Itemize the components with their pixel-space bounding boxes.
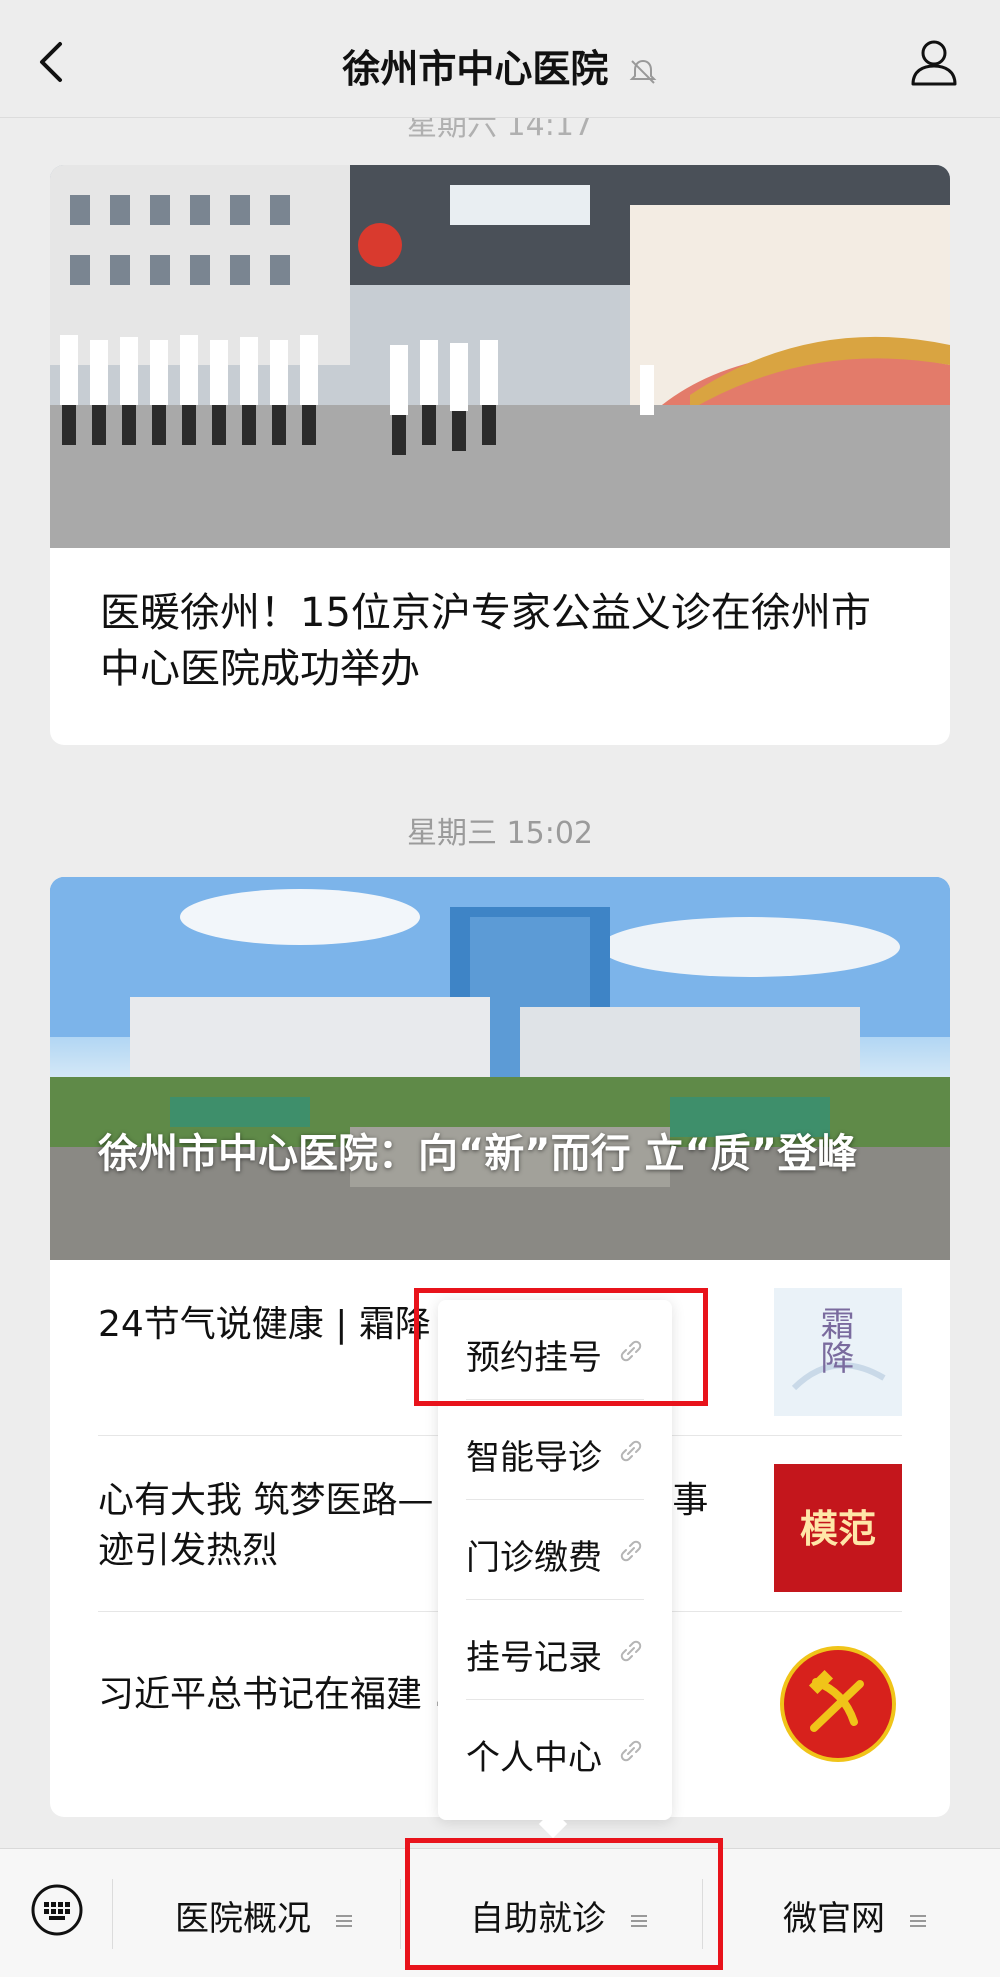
menu-item-registration-records[interactable]: 挂号记录 (466, 1600, 644, 1700)
hamburger-icon (335, 1914, 352, 1927)
page-title: 徐州市中心医院 (342, 47, 609, 91)
thumb-frost-image: 霜降 (774, 1288, 902, 1416)
timestamp-mid: 星期三 15:02 (407, 816, 593, 851)
hamburger-icon (909, 1914, 926, 1927)
bottom-menu-official-site[interactable]: 微官网 (783, 1891, 926, 1940)
menu-item-label: 个人中心 (466, 1738, 602, 1778)
thumb-model-text: 模范 (800, 1506, 876, 1551)
link-icon (620, 1540, 642, 1562)
bottom-menu-hospital-overview[interactable]: 医院概况 (175, 1891, 352, 1940)
menu-item-label: 挂号记录 (466, 1638, 602, 1678)
menu-item-outpatient-payment[interactable]: 门诊缴费 (466, 1500, 644, 1600)
menu-item-personal-center[interactable]: 个人中心 (466, 1700, 644, 1800)
person-icon[interactable] (908, 36, 960, 88)
article-1-title[interactable]: 医暖徐州！15位京沪专家公益义诊在徐州市中心医院成功举办 (100, 585, 910, 697)
header-title-wrap: 徐州市中心医院 (0, 38, 1000, 93)
bell-off-icon (629, 59, 657, 84)
divider (112, 1879, 113, 1949)
thumb-model-image: 模范 (774, 1464, 902, 1592)
bottom-menu-label: 微官网 (783, 1899, 885, 1939)
chat-header: 徐州市中心医院 (0, 0, 1000, 118)
keyboard-icon[interactable] (30, 1883, 84, 1937)
link-icon (620, 1740, 642, 1762)
link-icon (620, 1440, 642, 1462)
highlight-box-appointment (414, 1288, 708, 1406)
article-2-cover-title: 徐州市中心医院：向“新”而行 立“质”登峰 (98, 1131, 858, 1177)
article-2-cover-photo[interactable]: 徐州市中心医院：向“新”而行 立“质”登峰 (50, 877, 950, 1260)
bottom-menu-label: 医院概况 (175, 1899, 311, 1939)
article-card-1[interactable]: 医暖徐州！15位京沪专家公益义诊在徐州市中心医院成功举办 (50, 165, 950, 745)
menu-item-label: 智能导诊 (466, 1438, 602, 1478)
article-1-cover-photo (50, 165, 950, 548)
menu-item-label: 门诊缴费 (466, 1538, 602, 1578)
link-icon (620, 1640, 642, 1662)
divider (400, 1879, 401, 1949)
party-emblem-icon (774, 1640, 902, 1768)
highlight-box-self-service (405, 1838, 723, 1970)
thumb-frost-text: 霜降 (814, 1306, 854, 1374)
menu-item-smart-guide[interactable]: 智能导诊 (466, 1400, 644, 1500)
